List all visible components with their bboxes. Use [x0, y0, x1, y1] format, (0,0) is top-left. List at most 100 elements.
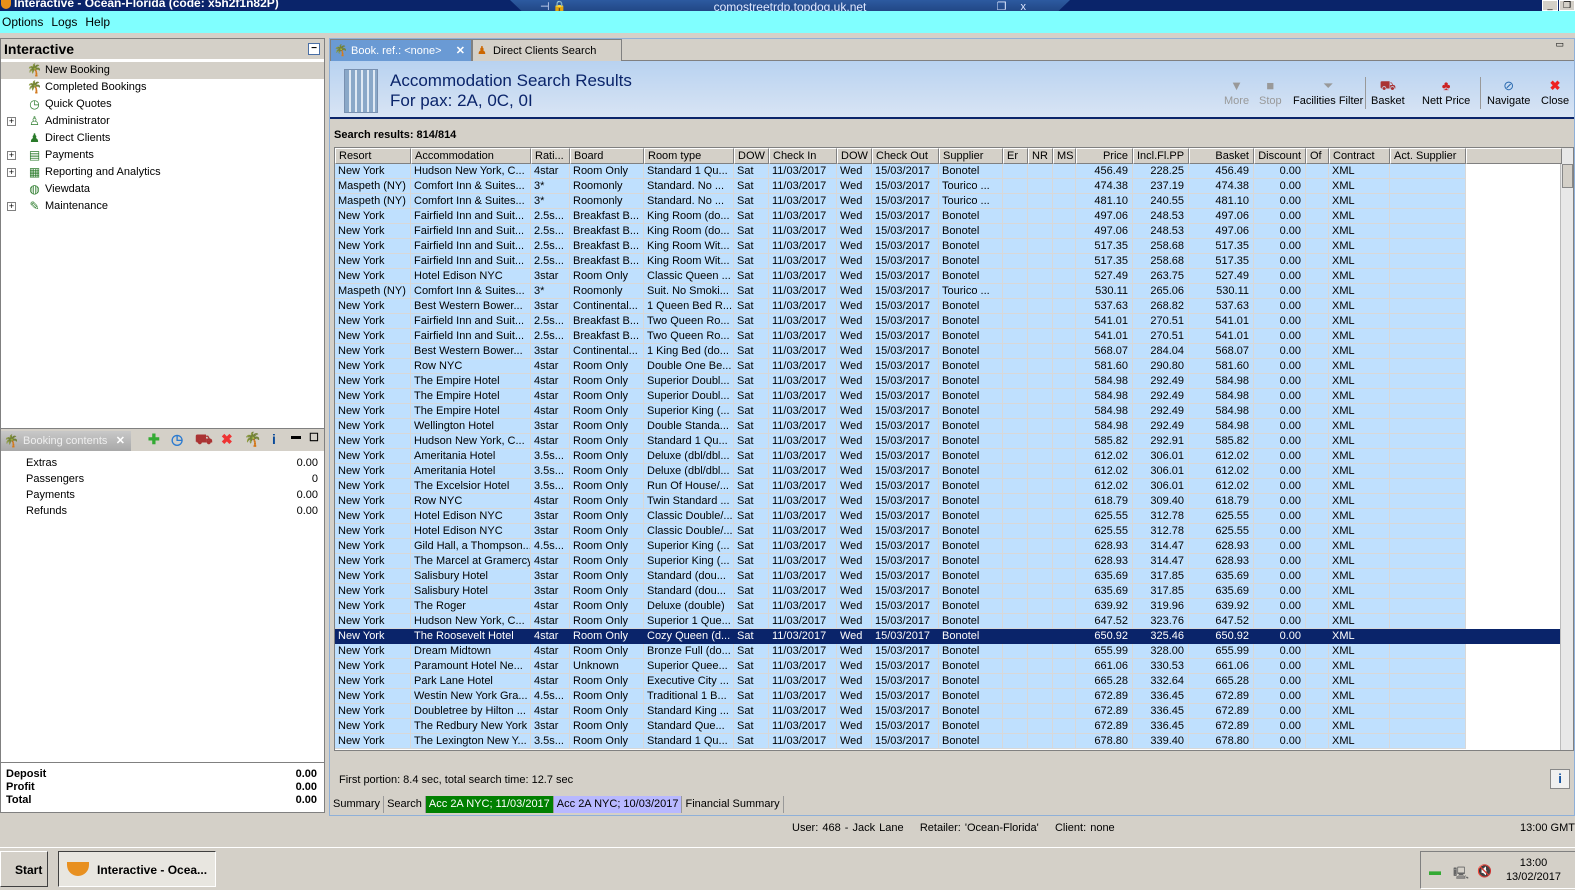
- column-header-rati-[interactable]: Rati...: [531, 148, 570, 164]
- table-row[interactable]: New York Salisbury Hotel 3star Room Only Sta…: [335, 569, 1562, 584]
- table-row[interactable]: New York Hotel Edison NYC 3star Room Only Cl…: [335, 269, 1562, 284]
- facilities-filter-button[interactable]: ⏷ Facilities Filter: [1293, 77, 1363, 108]
- start-button[interactable]: Start: [0, 851, 48, 887]
- table-row[interactable]: New York The Redbury New York 3star Room On…: [335, 719, 1562, 734]
- expand-icon[interactable]: +: [7, 151, 16, 160]
- sidebar-item-viewdata[interactable]: ◍ Viewdata: [1, 181, 324, 198]
- expand-icon[interactable]: +: [7, 202, 16, 211]
- column-header-price[interactable]: Price: [1076, 148, 1133, 164]
- column-header-dow[interactable]: DOW: [734, 148, 769, 164]
- table-row[interactable]: New York Hudson New York, C... 4star Room O…: [335, 164, 1562, 179]
- sidebar-item-administrator[interactable]: + ♙ Administrator: [1, 113, 324, 130]
- table-row[interactable]: New York Hotel Edison NYC 3star Room Only Cl…: [335, 509, 1562, 524]
- expand-icon[interactable]: +: [7, 117, 16, 126]
- table-row[interactable]: New York Paramount Hotel Ne... 4star Unknow…: [335, 659, 1562, 674]
- tab-booking[interactable]: 🌴 Book. ref.: <none> ✕: [330, 39, 472, 61]
- table-row[interactable]: New York The Empire Hotel 4star Room Only Su…: [335, 389, 1562, 404]
- column-header-room-type[interactable]: Room type: [644, 148, 734, 164]
- sidebar-item-completed-bookings[interactable]: 🌴 Completed Bookings: [1, 79, 324, 96]
- minimize-icon[interactable]: ▭: [1555, 39, 1564, 50]
- table-row[interactable]: New York The Excelsior Hotel 3.5s... Room O…: [335, 479, 1562, 494]
- sidebar-item-payments[interactable]: + ▤ Payments: [1, 147, 324, 164]
- basket-icon[interactable]: ⛟: [195, 431, 213, 450]
- sidebar-item-reporting-and-analytics[interactable]: + ▦ Reporting and Analytics: [1, 164, 324, 181]
- table-row[interactable]: New York The Lexington New Y... 3.5s... Roo…: [335, 734, 1562, 749]
- menu-logs[interactable]: Logs: [49, 15, 83, 29]
- table-row[interactable]: New York Doubletree by Hilton ... 4star Roo…: [335, 704, 1562, 719]
- menu-options[interactable]: Options: [0, 15, 49, 29]
- table-row[interactable]: New York Best Western Bower... 3star Contin…: [335, 299, 1562, 314]
- table-row[interactable]: New York Best Western Bower... 3star Contin…: [335, 344, 1562, 359]
- column-header-supplier[interactable]: Supplier: [939, 148, 1003, 164]
- table-row[interactable]: New York Gild Hall, a Thompson... 4.5s... R…: [335, 539, 1562, 554]
- table-row[interactable]: New York The Empire Hotel 4star Room Only Su…: [335, 374, 1562, 389]
- table-row[interactable]: New York Westin New York Gra... 4.5s... Roo…: [335, 689, 1562, 704]
- table-row[interactable]: New York Dream Midtown 4star Room Only Bronz…: [335, 644, 1562, 659]
- info-button[interactable]: i: [1550, 769, 1570, 789]
- volume-muted-icon[interactable]: 🔇: [1477, 864, 1492, 878]
- sidebar-item-quick-quotes[interactable]: ◷ Quick Quotes: [1, 96, 324, 113]
- network-icon[interactable]: 🖳: [1453, 864, 1469, 885]
- clock[interactable]: 13:00 13/02/2017: [1506, 856, 1561, 884]
- table-row[interactable]: New York Salisbury Hotel 3star Room Only Sta…: [335, 584, 1562, 599]
- table-row[interactable]: New York Ameritania Hotel 3.5s... Room Only…: [335, 449, 1562, 464]
- delete-icon[interactable]: ✖: [221, 431, 233, 448]
- expand-icon[interactable]: +: [7, 168, 16, 177]
- collapse-button[interactable]: −: [308, 43, 320, 55]
- column-header-dow[interactable]: DOW: [837, 148, 872, 164]
- column-header-contract[interactable]: Contract: [1329, 148, 1390, 164]
- taskbar-app-interactive[interactable]: Interactive - Ocea...: [58, 851, 216, 887]
- column-header-er[interactable]: Er: [1003, 148, 1028, 164]
- column-header-discount[interactable]: Discount: [1254, 148, 1306, 164]
- table-row[interactable]: New York Hudson New York, C... 4star Room O…: [335, 434, 1562, 449]
- table-row[interactable]: New York Fairfield Inn and Suit... 2.5s...…: [335, 209, 1562, 224]
- table-row[interactable]: New York Wellington Hotel 3star Room Only Do…: [335, 419, 1562, 434]
- column-header-ms[interactable]: MS: [1053, 148, 1076, 164]
- column-header-nr[interactable]: NR: [1028, 148, 1053, 164]
- table-row[interactable]: New York Park Lane Hotel 4star Room Only Exe…: [335, 674, 1562, 689]
- column-header-check-out[interactable]: Check Out: [872, 148, 939, 164]
- table-row[interactable]: New York Fairfield Inn and Suit... 2.5s...…: [335, 314, 1562, 329]
- palm-tree-icon[interactable]: 🌴: [244, 431, 261, 448]
- table-row[interactable]: New York Fairfield Inn and Suit... 2.5s...…: [335, 224, 1562, 239]
- minimize-button[interactable]: _: [1542, 0, 1558, 11]
- scrollbar-thumb[interactable]: [1562, 164, 1573, 188]
- minimize-icon[interactable]: ▬: [291, 431, 301, 442]
- column-header-board[interactable]: Board: [570, 148, 644, 164]
- column-header-incl-fl-pp[interactable]: Incl.Fl.PP: [1133, 148, 1189, 164]
- table-row[interactable]: New York Fairfield Inn and Suit... 2.5s...…: [335, 239, 1562, 254]
- table-row[interactable]: New York Row NYC 4star Room Only Double One …: [335, 359, 1562, 374]
- table-row[interactable]: New York The Roosevelt Hotel 4star Room Onl…: [335, 629, 1562, 644]
- column-header-check-in[interactable]: Check In: [769, 148, 837, 164]
- restore-button[interactable]: ❐: [1559, 0, 1575, 11]
- table-row[interactable]: New York The Marcel at Gramercy 4star Room …: [335, 554, 1562, 569]
- sidebar-item-direct-clients[interactable]: ♟ Direct Clients: [1, 130, 324, 147]
- column-header-basket[interactable]: Basket: [1189, 148, 1254, 164]
- column-header-accommodation[interactable]: Accommodation: [411, 148, 531, 164]
- network-card-icon[interactable]: ▬: [1429, 864, 1441, 878]
- table-row[interactable]: New York Hudson New York, C... 4star Room O…: [335, 614, 1562, 629]
- table-row[interactable]: New York Row NYC 4star Room Only Twin Standa…: [335, 494, 1562, 509]
- table-row[interactable]: New York Hotel Edison NYC 3star Room Only Cl…: [335, 524, 1562, 539]
- bottom-tab-summary[interactable]: Summary: [330, 796, 385, 813]
- close-icon[interactable]: ✕: [116, 431, 125, 451]
- bottom-tab-financial-summary[interactable]: Financial Summary: [682, 796, 784, 813]
- close-button[interactable]: ✖ Close: [1541, 77, 1569, 108]
- more-button[interactable]: ▼ More: [1224, 77, 1249, 108]
- table-row[interactable]: New York Fairfield Inn and Suit... 2.5s...…: [335, 254, 1562, 269]
- table-row[interactable]: Maspeth (NY) Comfort Inn & Suites... 3* Roo…: [335, 179, 1562, 194]
- basket-button[interactable]: ⛟ Basket: [1371, 77, 1405, 108]
- vertical-scrollbar[interactable]: [1560, 148, 1573, 750]
- sidebar-item-maintenance[interactable]: + ✎ Maintenance: [1, 198, 324, 215]
- column-header-act-supplier[interactable]: Act. Supplier: [1390, 148, 1466, 164]
- add-icon[interactable]: ✚: [148, 431, 160, 448]
- sidebar-item-new-booking[interactable]: 🌴 New Booking: [1, 62, 324, 79]
- info-icon[interactable]: i: [272, 431, 276, 447]
- clock-icon[interactable]: ◷: [171, 431, 183, 448]
- maximize-icon[interactable]: ☐: [309, 431, 319, 444]
- stop-button[interactable]: ■ Stop: [1259, 77, 1282, 108]
- table-row[interactable]: New York Fairfield Inn and Suit... 2.5s...…: [335, 329, 1562, 344]
- table-row[interactable]: New York Ameritania Hotel 3.5s... Room Only…: [335, 464, 1562, 479]
- column-header-of[interactable]: Of: [1306, 148, 1329, 164]
- table-row[interactable]: New York The Roger 4star Room Only Deluxe (d…: [335, 599, 1562, 614]
